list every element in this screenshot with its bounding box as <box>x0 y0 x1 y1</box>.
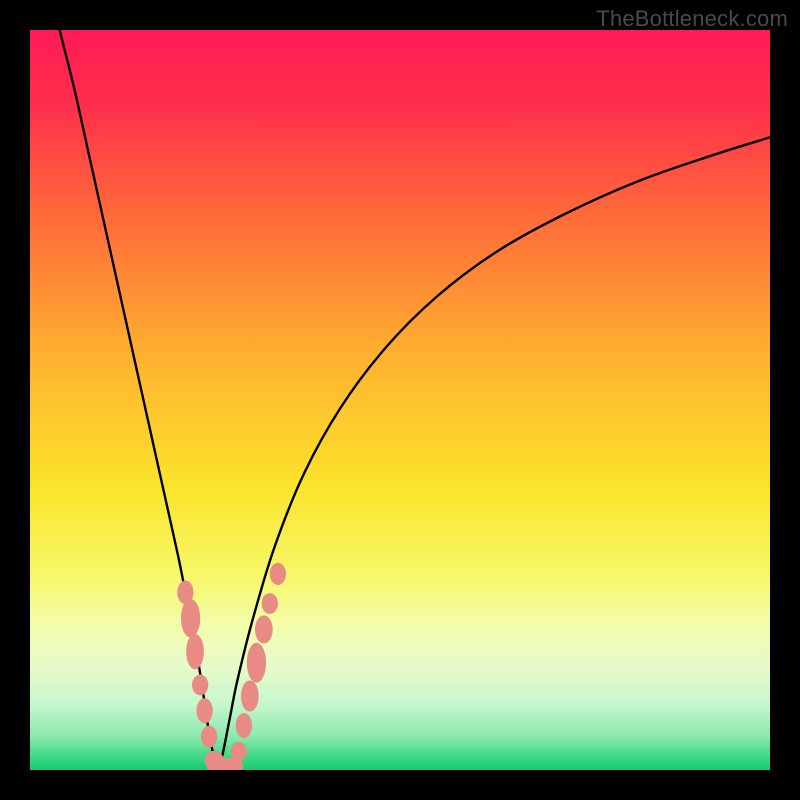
marker-4 <box>197 698 213 723</box>
marker-3 <box>192 675 208 696</box>
marker-13 <box>247 643 266 683</box>
marker-2 <box>186 634 204 670</box>
marker-11 <box>236 713 252 738</box>
marker-16 <box>270 563 286 585</box>
watermark-text: TheBottleneck.com <box>596 6 788 32</box>
marker-5 <box>201 726 217 748</box>
marker-12 <box>241 680 259 711</box>
marker-10 <box>231 742 247 761</box>
plot-area <box>30 30 770 770</box>
marker-15 <box>262 593 278 614</box>
marker-14 <box>255 615 273 643</box>
chart-frame: TheBottleneck.com <box>0 0 800 800</box>
marker-1 <box>181 599 200 637</box>
chart-svg <box>30 30 770 770</box>
gradient-background <box>30 30 770 770</box>
